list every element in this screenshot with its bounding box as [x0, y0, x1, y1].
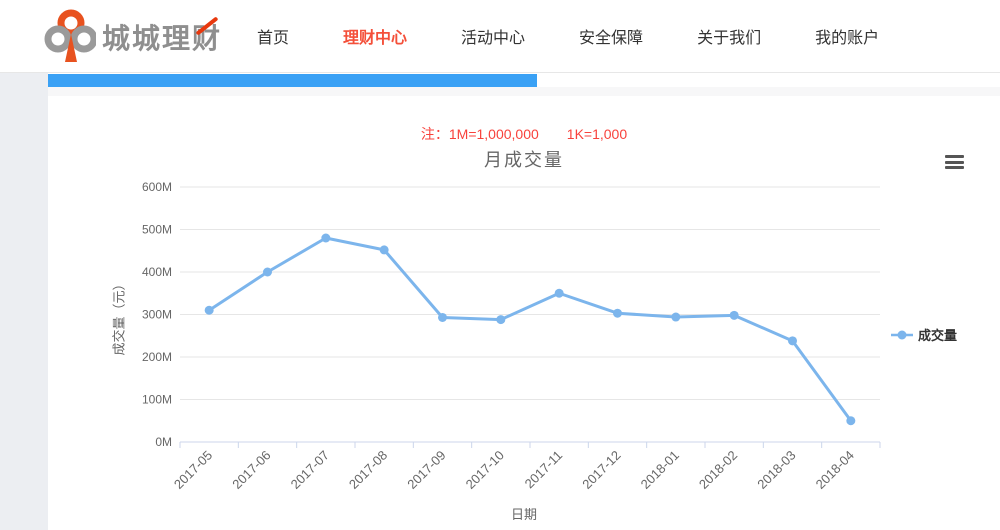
- legend-item-volume[interactable]: 成交量: [891, 325, 957, 344]
- svg-text:2018-03: 2018-03: [754, 448, 798, 492]
- nav-item-home[interactable]: 首页: [257, 24, 289, 48]
- svg-text:100M: 100M: [142, 393, 172, 407]
- site-logo[interactable]: 城城理财: [44, 8, 222, 66]
- svg-text:2017-07: 2017-07: [288, 448, 332, 492]
- svg-text:0M: 0M: [155, 435, 172, 449]
- nav-item-about-us[interactable]: 关于我们: [697, 24, 761, 48]
- logo-text: 城城理财: [102, 17, 222, 57]
- svg-text:2017-05: 2017-05: [171, 448, 215, 492]
- legend-label: 成交量: [918, 325, 957, 344]
- nav-item-activity-center[interactable]: 活动中心: [461, 24, 525, 48]
- nav-item-wealth-center[interactable]: 理财中心: [343, 24, 407, 48]
- svg-text:2017-09: 2017-09: [404, 448, 448, 492]
- y-axis-title: 成交量（元）: [109, 267, 128, 367]
- svg-text:2018-04: 2018-04: [813, 448, 857, 492]
- x-axis-title: 日期: [48, 504, 1000, 523]
- svg-text:200M: 200M: [142, 350, 172, 364]
- svg-text:2017-11: 2017-11: [522, 448, 566, 492]
- svg-text:600M: 600M: [142, 180, 172, 194]
- line-chart[interactable]: 0M 100M 200M 300M 400M 500M 600M 2017-05 2017-06…: [48, 73, 1000, 530]
- svg-text:2017-06: 2017-06: [229, 448, 273, 492]
- nav-item-my-account[interactable]: 我的账户: [815, 24, 879, 48]
- svg-text:2017-10: 2017-10: [463, 448, 507, 492]
- svg-text:2018-01: 2018-01: [638, 448, 682, 492]
- svg-text:300M: 300M: [142, 308, 172, 322]
- svg-text:2017-12: 2017-12: [579, 448, 623, 492]
- main-nav: 首页 理财中心 活动中心 安全保障 关于我们 我的账户: [257, 0, 879, 72]
- nav-item-security[interactable]: 安全保障: [579, 24, 643, 48]
- logo-clover-icon: [44, 8, 96, 66]
- main-content: 注：1M=1,000,0001K=1,000 月成交量 0M100M200M30…: [48, 73, 1000, 530]
- svg-text:400M: 400M: [142, 265, 172, 279]
- svg-text:500M: 500M: [142, 223, 172, 237]
- svg-text:2018-02: 2018-02: [696, 448, 740, 492]
- site-header: 城城理财 首页 理财中心 活动中心 安全保障 关于我们 我的账户: [0, 0, 1000, 73]
- svg-text:2017-08: 2017-08: [346, 448, 390, 492]
- legend-line-marker-icon: [891, 329, 913, 341]
